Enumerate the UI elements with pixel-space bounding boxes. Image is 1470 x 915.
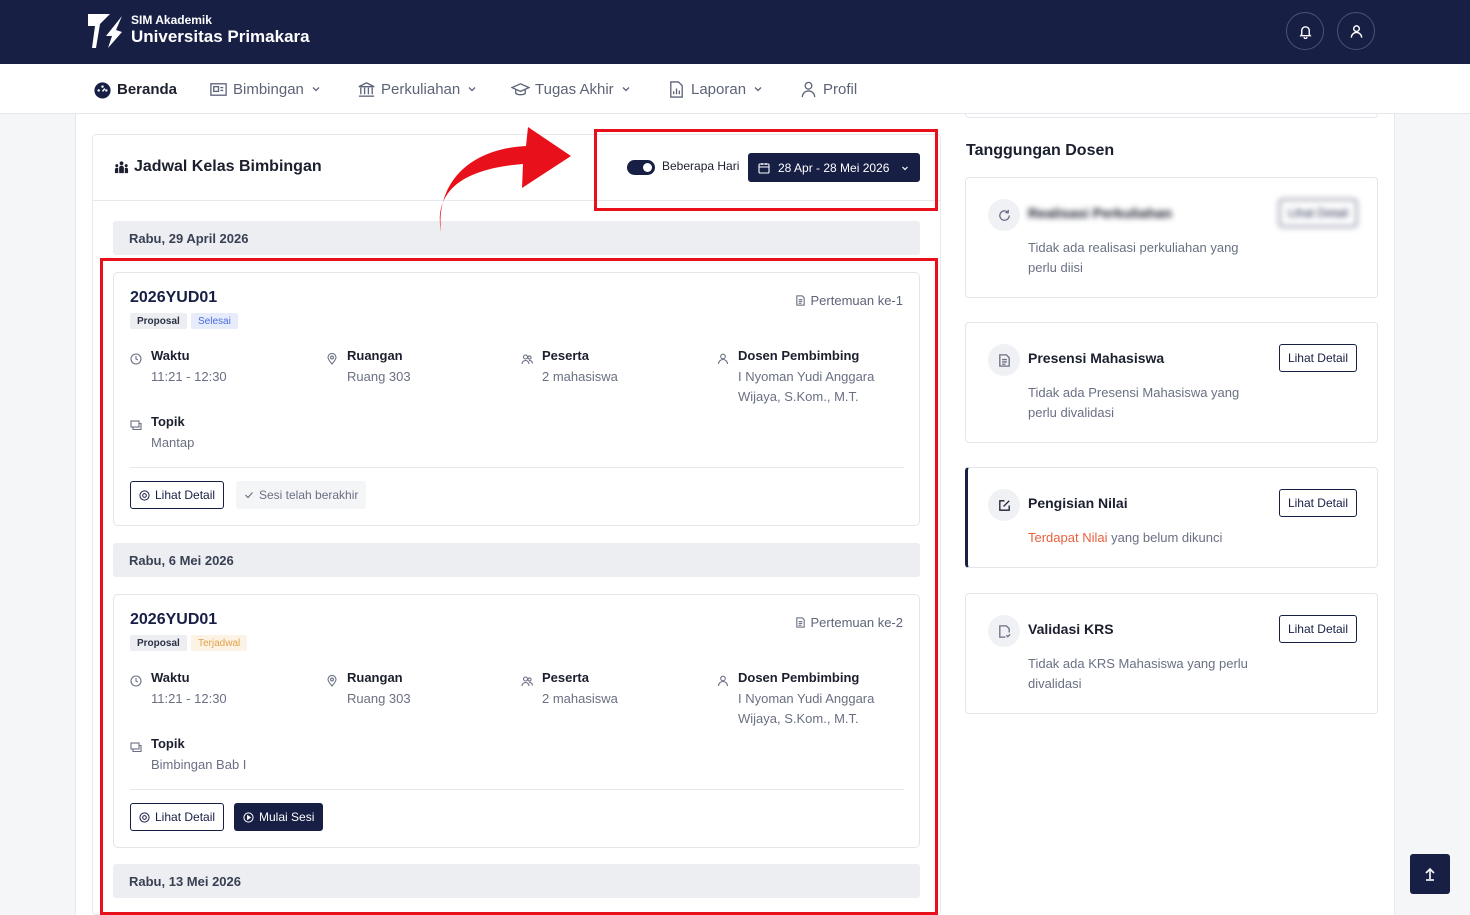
report-icon — [670, 80, 683, 98]
nav-item-perkuliahan[interactable]: Perkuliahan — [357, 64, 477, 114]
main-navigation: Beranda Bimbingan Perkuliahan Tugas Akhi… — [0, 64, 1470, 114]
presentation-icon — [210, 82, 227, 96]
nav-item-tugas-akhir[interactable]: Tugas Akhir — [511, 64, 631, 114]
task-card-presensi: Presensi Mahasiswa Tidak ada Presensi Ma… — [965, 322, 1378, 443]
task-title: Pengisian Nilai — [1028, 495, 1128, 511]
schedule-title: Jadwal Kelas Bimbingan — [114, 158, 322, 176]
description-rest: yang belum dikunci — [1107, 530, 1223, 545]
people-group-icon — [114, 160, 129, 173]
nav-item-profil[interactable]: Profil — [799, 64, 857, 114]
chevron-down-icon — [754, 87, 762, 92]
highlight-text: Terdapat Nilai — [1028, 530, 1108, 545]
university-logo-icon — [88, 14, 122, 48]
scroll-to-top-button[interactable] — [1410, 854, 1450, 894]
annotation-box-session-list — [100, 258, 938, 915]
nav-item-bimbingan[interactable]: Bimbingan — [209, 64, 321, 114]
task-card-realisasi: Realisasi Perkuliahan Tidak ada realisas… — [965, 177, 1378, 298]
task-title: Realisasi Perkuliahan — [1028, 205, 1172, 221]
user-icon — [801, 81, 816, 97]
building-icon — [358, 81, 375, 97]
nav-label: Laporan — [691, 80, 747, 98]
annotation-arrow-icon — [439, 127, 571, 232]
view-detail-button[interactable]: Lihat Detail — [1278, 615, 1357, 643]
view-detail-button[interactable]: Lihat Detail — [1278, 199, 1357, 227]
task-title: Presensi Mahasiswa — [1028, 350, 1165, 366]
profile-button[interactable] — [1337, 12, 1375, 50]
task-description: Terdapat Nilai yang belum dikunci — [1028, 528, 1328, 548]
tanggungan-title: Tanggungan Dosen — [966, 142, 1115, 159]
nav-label: Bimbingan — [233, 80, 304, 98]
task-card-nilai: Pengisian Nilai Terdapat Nilai yang belu… — [965, 467, 1378, 568]
brand-title: Universitas Primakara — [131, 27, 310, 46]
annotation-box-date-filter — [594, 129, 938, 211]
nav-label: Tugas Akhir — [535, 80, 614, 98]
chevron-down-icon — [312, 87, 320, 92]
top-bar: SIM Akademik Universitas Primakara — [0, 0, 1470, 64]
graduation-cap-icon — [511, 82, 530, 95]
chevron-down-icon — [468, 87, 476, 92]
task-title: Validasi KRS — [1028, 621, 1114, 637]
file-check-icon — [998, 624, 1011, 638]
right-panel-top-card — [965, 114, 1378, 118]
nav-label: Beranda — [117, 80, 178, 98]
nav-label: Profil — [823, 80, 858, 98]
bell-icon — [1298, 25, 1312, 39]
task-description: Tidak ada KRS Mahasiswa yang perlu dival… — [1028, 656, 1248, 691]
schedule-title-text: Jadwal Kelas Bimbingan — [134, 158, 322, 175]
notification-button[interactable] — [1286, 12, 1324, 50]
task-description: Tidak ada Presensi Mahasiswa yang perlu … — [1028, 385, 1240, 420]
user-icon — [1350, 24, 1362, 38]
dashboard-icon — [94, 81, 111, 99]
task-description: Tidak ada realisasi perkuliahan yang per… — [1028, 240, 1239, 275]
task-icon-wrapper — [988, 615, 1020, 647]
document-list-icon — [998, 353, 1010, 367]
arrow-up-icon — [1425, 867, 1435, 881]
task-icon-wrapper — [988, 199, 1020, 231]
task-icon-wrapper — [988, 489, 1020, 521]
chevron-down-icon — [622, 87, 630, 92]
task-icon-wrapper — [988, 344, 1020, 376]
view-detail-button[interactable]: Lihat Detail — [1278, 344, 1357, 372]
brand[interactable]: SIM Akademik Universitas Primakara — [86, 10, 310, 50]
task-card-krs: Validasi KRS Tidak ada KRS Mahasiswa yan… — [965, 593, 1378, 714]
view-detail-button[interactable]: Lihat Detail — [1278, 489, 1357, 517]
brand-subtitle: SIM Akademik — [131, 13, 212, 27]
nav-item-laporan[interactable]: Laporan — [667, 64, 763, 114]
refresh-icon — [998, 209, 1010, 221]
nav-item-beranda[interactable]: Beranda — [93, 64, 177, 114]
edit-square-icon — [998, 499, 1010, 511]
nav-label: Perkuliahan — [381, 80, 461, 98]
